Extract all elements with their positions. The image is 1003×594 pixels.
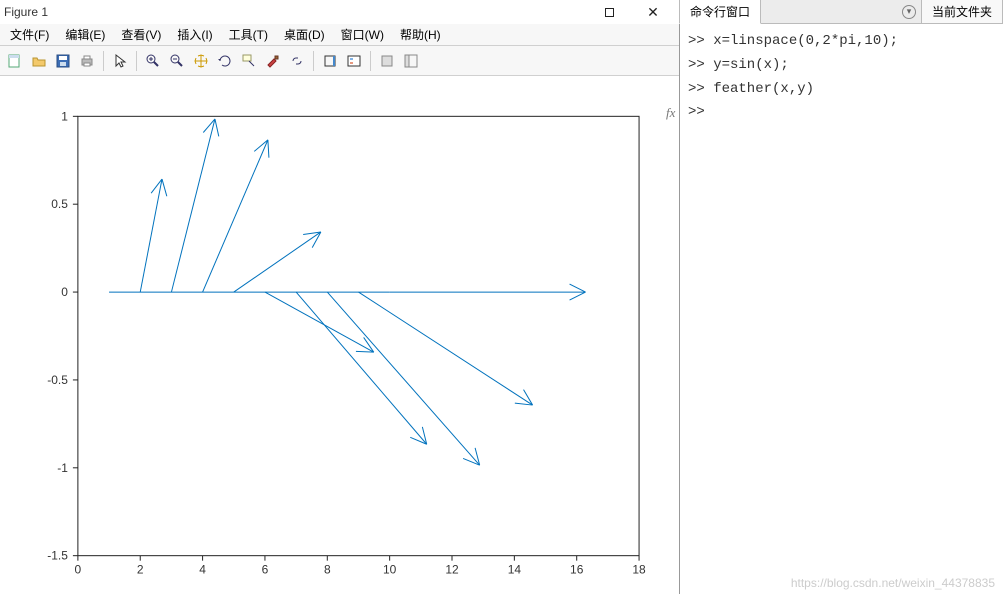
tab-current-folder[interactable]: 当前文件夹: [921, 0, 1003, 24]
plottools-show-icon[interactable]: [400, 50, 422, 72]
fx-icon: fx: [666, 102, 675, 124]
maximize-button[interactable]: [587, 1, 631, 23]
menu-desktop[interactable]: 桌面(D): [276, 24, 333, 45]
tab-command-window[interactable]: 命令行窗口: [679, 0, 761, 24]
menu-view[interactable]: 查看(V): [113, 24, 169, 45]
command-window[interactable]: fx >> x=linspace(0,2*pi,10); >> y=sin(x)…: [680, 24, 1003, 594]
pointer-icon[interactable]: [109, 50, 131, 72]
svg-text:4: 4: [199, 563, 206, 577]
svg-text:18: 18: [632, 563, 646, 577]
svg-text:1: 1: [61, 109, 68, 123]
close-button[interactable]: ✕: [631, 1, 675, 23]
rotate-icon[interactable]: [214, 50, 236, 72]
datatip-icon[interactable]: [238, 50, 260, 72]
svg-text:6: 6: [262, 563, 269, 577]
menu-insert[interactable]: 插入(I): [169, 24, 220, 45]
plot-area[interactable]: 0 2 4 6 8 10 12 14 16 18 -1.5 -1 -0.5 0 0.5 1: [0, 76, 679, 594]
colorbar-icon[interactable]: [319, 50, 341, 72]
svg-text:-1: -1: [57, 461, 68, 475]
svg-text:0: 0: [61, 285, 68, 299]
chart-canvas[interactable]: 0 2 4 6 8 10 12 14 16 18 -1.5 -1 -0.5 0 0.5 1: [0, 76, 679, 594]
watermark: https://blog.csdn.net/weixin_44378835: [791, 576, 995, 590]
side-panel: 命令行窗口 ▾ 当前文件夹 fx >> x=linspace(0,2*pi,10…: [680, 0, 1003, 594]
open-icon[interactable]: [28, 50, 50, 72]
svg-text:12: 12: [445, 563, 459, 577]
pan-icon[interactable]: [190, 50, 212, 72]
side-tabs: 命令行窗口 ▾ 当前文件夹: [680, 0, 1003, 24]
zoom-in-icon[interactable]: [142, 50, 164, 72]
menu-file[interactable]: 文件(F): [2, 24, 57, 45]
cmd-line: >> feather(x,y): [688, 78, 995, 102]
svg-text:10: 10: [383, 563, 397, 577]
menu-window[interactable]: 窗口(W): [333, 24, 392, 45]
new-figure-icon[interactable]: [4, 50, 26, 72]
link-icon[interactable]: [286, 50, 308, 72]
menu-edit[interactable]: 编辑(E): [57, 24, 113, 45]
zoom-out-icon[interactable]: [166, 50, 188, 72]
figure-window: Figure 1 ✕ 文件(F) 编辑(E) 查看(V) 插入(I) 工具(T)…: [0, 0, 680, 594]
cmd-line: >> y=sin(x);: [688, 54, 995, 78]
menu-tools[interactable]: 工具(T): [221, 24, 276, 45]
toolbar: [0, 46, 679, 76]
svg-text:16: 16: [570, 563, 584, 577]
print-icon[interactable]: [76, 50, 98, 72]
svg-text:2: 2: [137, 563, 144, 577]
svg-text:-1.5: -1.5: [47, 549, 68, 563]
svg-text:0: 0: [75, 563, 82, 577]
titlebar: Figure 1 ✕: [0, 0, 679, 24]
save-icon[interactable]: [52, 50, 74, 72]
cmd-line: >> x=linspace(0,2*pi,10);: [688, 30, 995, 54]
plottools-hide-icon[interactable]: [376, 50, 398, 72]
window-title: Figure 1: [4, 5, 48, 19]
dock-menu-icon[interactable]: ▾: [902, 5, 916, 19]
legend-icon[interactable]: [343, 50, 365, 72]
svg-text:14: 14: [508, 563, 522, 577]
svg-text:8: 8: [324, 563, 331, 577]
menu-help[interactable]: 帮助(H): [392, 24, 449, 45]
menubar: 文件(F) 编辑(E) 查看(V) 插入(I) 工具(T) 桌面(D) 窗口(W…: [0, 24, 679, 46]
cmd-prompt[interactable]: >>: [688, 101, 995, 125]
svg-text:0.5: 0.5: [51, 197, 68, 211]
brush-icon[interactable]: [262, 50, 284, 72]
svg-text:-0.5: -0.5: [47, 373, 68, 387]
